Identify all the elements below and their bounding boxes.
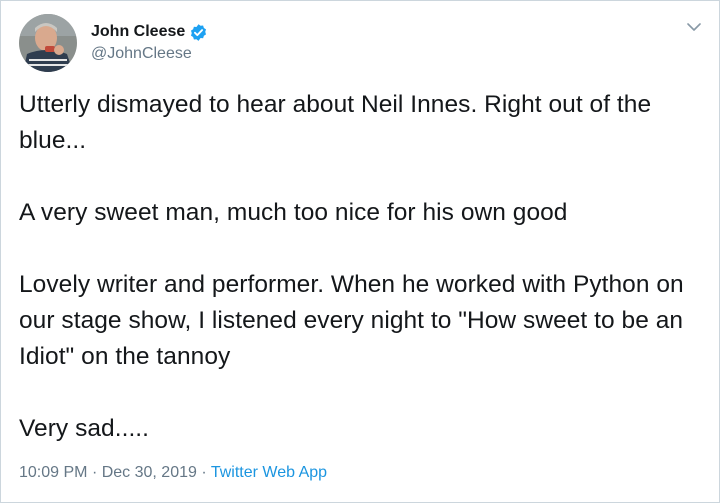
tweet-source-link[interactable]: Twitter Web App (211, 464, 327, 481)
tweet-paragraph: Utterly dismayed to hear about Neil Inne… (19, 91, 652, 154)
tweet-date[interactable]: Dec 30, 2019 (102, 464, 197, 481)
chevron-down-icon (687, 19, 701, 37)
tweet-paragraph: Lovely writer and performer. When he wor… (19, 271, 684, 370)
tweet-card: John Cleese @JohnCleese Utterly dismayed… (0, 0, 720, 503)
tweet-menu-button[interactable] (683, 17, 705, 39)
tweet-text: Utterly dismayed to hear about Neil Inne… (19, 87, 709, 447)
display-name[interactable]: John Cleese (91, 21, 185, 43)
meta-separator: · (201, 464, 207, 481)
tweet-paragraph: Very sad..... (19, 415, 150, 442)
verified-badge-icon (189, 23, 208, 42)
tweet-paragraph: A very sweet man, much too nice for his … (19, 199, 568, 226)
tweet-time[interactable]: 10:09 PM (19, 464, 87, 481)
handle[interactable]: @JohnCleese (91, 43, 208, 65)
avatar[interactable] (19, 14, 77, 72)
name-row: John Cleese (91, 21, 208, 43)
meta-separator: · (91, 464, 98, 481)
avatar-image (19, 14, 77, 72)
tweet-header: John Cleese @JohnCleese (19, 14, 208, 72)
author-info: John Cleese @JohnCleese (91, 21, 208, 65)
tweet-meta: 10:09 PM · Dec 30, 2019 · Twitter Web Ap… (19, 462, 327, 484)
